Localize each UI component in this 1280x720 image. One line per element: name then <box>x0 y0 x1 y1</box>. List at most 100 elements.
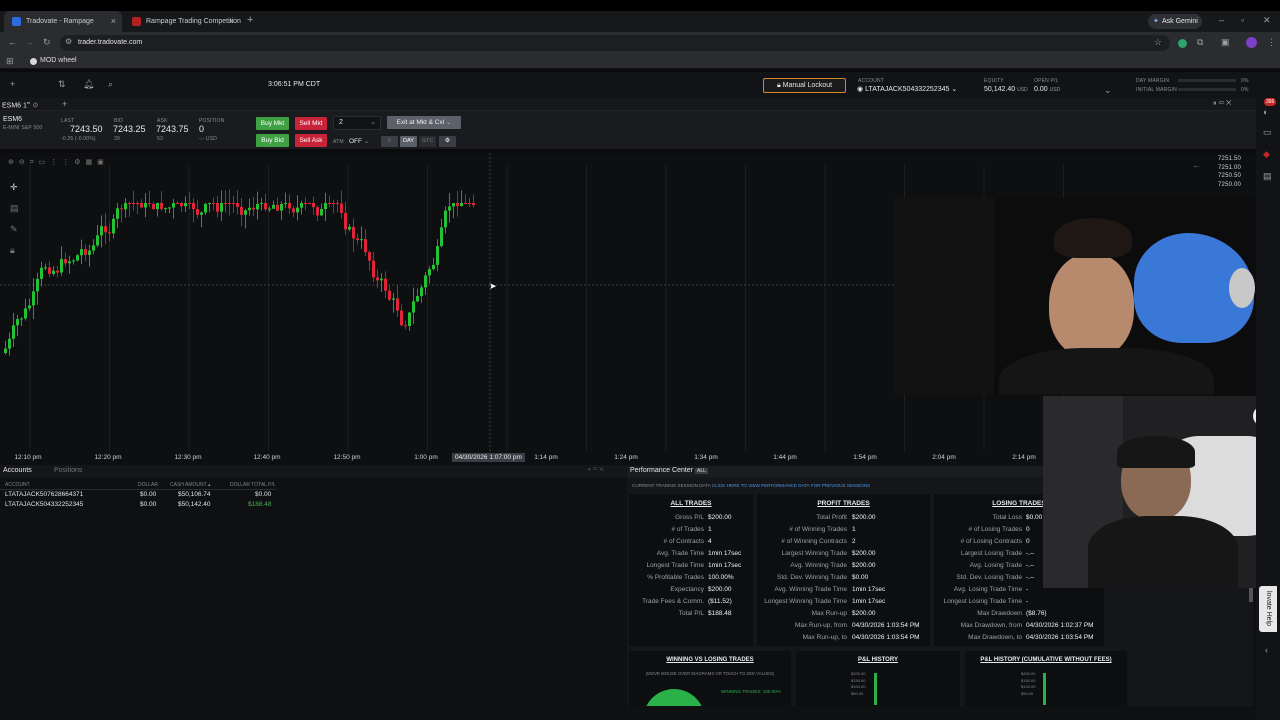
session-note: CURRENT TRADING SESSION DATA CLICK HERE … <box>632 483 870 488</box>
candle-body <box>108 232 111 234</box>
metric-value: 04/30/2026 1:03:54 PM <box>852 634 920 641</box>
forward-icon[interactable]: → <box>25 38 34 47</box>
candle-body <box>420 287 423 297</box>
app-header: + ⇅ 🔔︎ ⌕ 3:06:51 PM CDT <box>0 72 1280 98</box>
sidebar-chat-icon[interactable]: ▭ <box>1263 128 1272 137</box>
last-change: -0.25 (-0.00%) <box>61 136 96 142</box>
module-settings-icon[interactable]: ⚙ <box>32 102 38 109</box>
close-tab-icon[interactable]: × <box>111 11 116 32</box>
extension-icon[interactable] <box>1178 39 1187 48</box>
new-tab-button[interactable]: + <box>247 15 253 26</box>
candle-body <box>32 291 35 306</box>
header-expand-icon[interactable]: ⌄ <box>1104 86 1112 95</box>
buy-bid-button[interactable]: Buy Bid <box>256 134 289 147</box>
side-panel-icon[interactable]: ▣ <box>1221 38 1230 47</box>
reload-icon[interactable]: ↻ <box>43 38 51 47</box>
account-selector[interactable]: ◉ LTATAJACK504332252345 ⌄ <box>857 85 957 93</box>
candle-body <box>116 208 119 219</box>
tab-accounts[interactable]: Accounts <box>3 467 32 474</box>
table-row[interactable]: LTATAJACK504332252345 $0.00 $50,142.40 $… <box>0 500 276 510</box>
candle-body <box>228 203 231 204</box>
metric-value: 2 <box>852 538 856 545</box>
address-bar[interactable]: ⚙ trader.tradovate.com ☆ <box>60 35 1170 51</box>
manual-lockout-button[interactable]: 🔒︎ Manual Lockout <box>763 78 846 93</box>
panel-window-controls-icon[interactable]: ⏸ ▭ ✕ <box>588 467 604 473</box>
module-tab-esm6[interactable]: ESM6 1m ⚙ <box>2 100 38 109</box>
candle-body <box>208 203 211 204</box>
module-window-controls-icon[interactable]: ⏸ ▭ ✕ <box>1213 100 1231 107</box>
extensions-puzzle-icon[interactable]: ⧉ <box>1197 38 1203 47</box>
tif-day-button[interactable]: DAY <box>400 136 417 147</box>
table-row[interactable]: LTATAJACK507628664371 $0.00 $50,106.74 $… <box>0 490 276 500</box>
help-side-tab[interactable]: lovate Help <box>1259 586 1277 632</box>
win-loss-pie[interactable] <box>643 689 705 706</box>
bookmark-mod-wheel[interactable]: MOD wheel <box>40 57 77 64</box>
profile-avatar[interactable] <box>1246 37 1257 48</box>
quantity-select[interactable]: 2 ⌄ <box>333 116 381 130</box>
performance-scrollbar[interactable] <box>1249 588 1253 602</box>
sidebar-help-icon[interactable]: ◐ <box>1263 108 1268 117</box>
candle-body <box>284 203 287 205</box>
pl-history-bar[interactable] <box>874 673 877 705</box>
search-icon[interactable]: ⌕ <box>108 80 113 89</box>
collapse-sidebar-icon[interactable]: ‹ <box>1265 646 1268 655</box>
column-header-account[interactable]: ACCOUNT <box>5 482 30 488</box>
equity-unit: USD <box>1017 87 1028 93</box>
atm-select[interactable]: OFF ⌄ <box>349 137 369 145</box>
pl-cumulative-bar[interactable] <box>1043 673 1046 705</box>
column-header-dollar[interactable]: DOLLAR <box>138 482 158 488</box>
minimize-window-icon[interactable]: – <box>1219 16 1224 25</box>
tab-positions[interactable]: Positions <box>54 467 82 474</box>
sidebar-alert-icon[interactable]: ◆ <box>1263 150 1270 159</box>
performance-title[interactable]: Performance Center <box>630 467 693 474</box>
candle-body <box>12 325 15 339</box>
maximize-window-icon[interactable]: ▫ <box>1241 16 1244 25</box>
exit-at-market-button[interactable]: Exit at Mkt & Cxl ⌄ <box>387 116 461 129</box>
atm-value: OFF <box>349 138 362 145</box>
candle-body <box>112 218 115 234</box>
bookmark-favicon-icon <box>30 58 37 65</box>
candle-body <box>344 212 347 230</box>
tif-gtc-button[interactable]: GTC <box>419 136 436 147</box>
metric-label: Gross P/L <box>675 514 704 521</box>
column-header-cash[interactable]: CASH AMOUNT ▴ <box>170 482 211 488</box>
apps-grid-icon[interactable]: ⊞ <box>6 57 14 66</box>
browser-toolbar: ← → ↻ ⚙ trader.tradovate.com ☆ ⧉ ▣ ⋮ <box>0 32 1280 54</box>
sell-market-button[interactable]: Sell Mkt <box>295 117 327 130</box>
browser-tab-competition[interactable]: Rampage Trading Competition × <box>124 11 241 32</box>
candle-body <box>288 203 291 209</box>
open-pl-unit: USD <box>1049 87 1061 93</box>
browser-tab-tradovate[interactable]: Tradovate - Rampage × <box>4 11 122 32</box>
order-settings-icon[interactable]: ⚙ <box>439 136 456 147</box>
candle-body <box>72 260 75 262</box>
candle-body <box>216 203 219 212</box>
ask-gemini-button[interactable]: ✦ Ask Gemini <box>1148 14 1202 29</box>
person-shirt-shape <box>1088 516 1238 588</box>
tif-toggle-icon[interactable]: ◌ <box>381 136 398 147</box>
metric-label: # of Losing Trades <box>968 526 1022 533</box>
browser-menu-icon[interactable]: ⋮ <box>1267 38 1276 47</box>
symbol[interactable]: ESM6 <box>3 116 22 123</box>
notifications-bell-icon[interactable]: 🔔︎ <box>83 80 94 89</box>
previous-sessions-link[interactable]: CLICK HERE TO VIEW PERFORMANCE DATA FOR … <box>712 483 870 488</box>
close-window-icon[interactable]: ✕ <box>1263 16 1271 25</box>
bookmark-star-icon[interactable]: ☆ <box>1154 38 1162 47</box>
metric-label: Avg. Losing Trade Time <box>953 586 1022 593</box>
candle-body <box>36 278 39 292</box>
column-header-pl[interactable]: DOLLAR TOTAL P/L <box>230 482 276 488</box>
metric-label: % Profitable Trades <box>647 574 704 581</box>
buy-market-button[interactable]: Buy Mkt <box>256 117 289 130</box>
close-tab-icon[interactable]: × <box>229 11 234 32</box>
order-arrows-icon[interactable]: ⇅ <box>58 80 66 89</box>
all-badge[interactable]: ALL <box>695 468 708 474</box>
candle-body <box>304 203 307 204</box>
sidebar-doc-icon[interactable]: ▤ <box>1263 172 1272 181</box>
pl-history-panel: P&L HISTORY $200.00 $150.00 $100.00 $50.00 <box>796 651 960 706</box>
back-icon[interactable]: ← <box>8 38 17 47</box>
axis-tick: $200.00 <box>1021 671 1036 676</box>
sell-ask-button[interactable]: Sell Ask <box>295 134 327 147</box>
metric-value: $200.00 <box>708 514 732 521</box>
add-module-icon[interactable]: + <box>10 80 15 89</box>
add-module-tab-icon[interactable]: + <box>62 100 67 109</box>
site-settings-icon[interactable]: ⚙ <box>65 38 72 46</box>
